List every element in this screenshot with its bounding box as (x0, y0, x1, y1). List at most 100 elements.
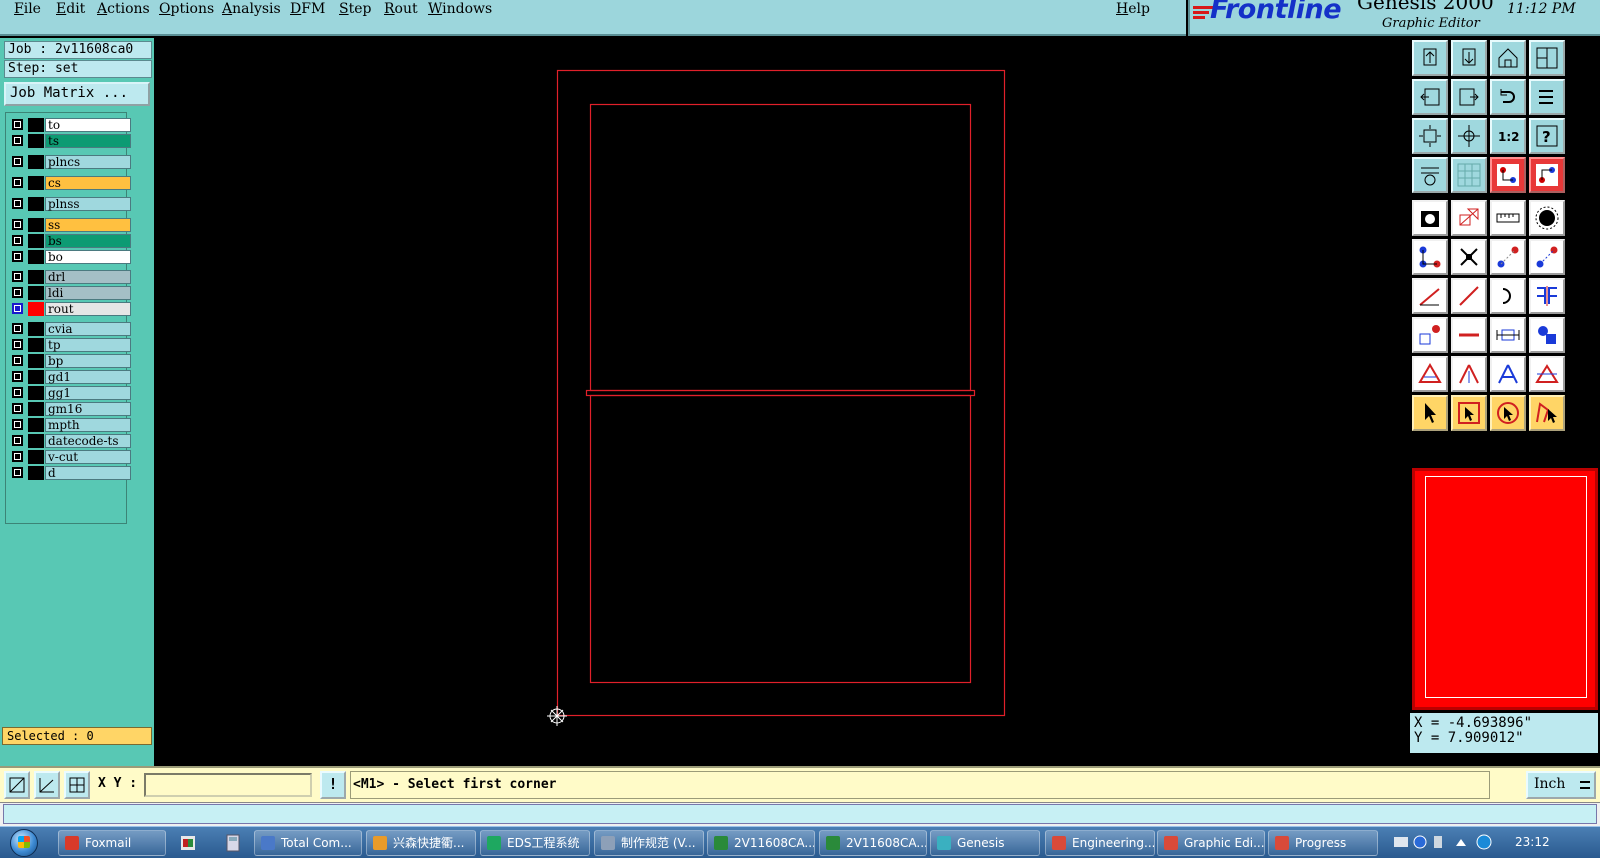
tool-button-undo-view[interactable] (1490, 79, 1526, 115)
layer-row-drl[interactable]: drl (10, 270, 131, 284)
layer-name[interactable]: plnss (45, 197, 131, 211)
layer-checkbox[interactable] (12, 219, 23, 230)
layer-row-tp[interactable]: tp (10, 338, 131, 352)
tool-button-line[interactable] (1451, 278, 1487, 314)
layer-name[interactable]: mpth (45, 418, 131, 432)
tool-button-triangle-c[interactable] (1490, 356, 1526, 392)
layer-checkbox[interactable] (12, 156, 23, 167)
xy-input[interactable] (144, 773, 312, 797)
layer-checkbox[interactable] (12, 435, 23, 446)
layer-name[interactable]: bp (45, 354, 131, 368)
layer-checkbox[interactable] (12, 271, 23, 282)
tool-button-home[interactable] (1490, 40, 1526, 76)
tool-button-mirror[interactable] (1529, 278, 1565, 314)
layer-checkbox[interactable] (12, 371, 23, 382)
layer-name[interactable]: cs (45, 176, 131, 190)
tool-button-delete-node[interactable] (1451, 239, 1487, 275)
layer-name[interactable]: d (45, 466, 131, 480)
tool-button-layer-compare-alt[interactable] (1529, 157, 1565, 193)
taskbar-item[interactable]: Total Com... (254, 830, 362, 856)
layer-row-v-cut[interactable]: v-cut (10, 450, 131, 464)
job-matrix-button[interactable]: Job Matrix ... (4, 82, 150, 106)
layer-checkbox[interactable] (12, 251, 23, 262)
tool-button-line-node[interactable] (1490, 239, 1526, 275)
menu-dfm[interactable]: DFM (290, 1, 325, 17)
layer-checkbox[interactable] (12, 303, 23, 314)
tool-button-triangle-a[interactable] (1412, 356, 1448, 392)
tool-button-redraw[interactable] (1529, 79, 1565, 115)
layer-name[interactable]: drl (45, 270, 131, 284)
layer-name[interactable]: tp (45, 338, 131, 352)
layer-row-d[interactable]: d (10, 466, 131, 480)
tool-button-move-node[interactable] (1529, 239, 1565, 275)
layer-name[interactable]: gg1 (45, 386, 131, 400)
tool-button-measure[interactable] (1490, 200, 1526, 236)
tool-button-horizontal-line[interactable] (1451, 317, 1487, 353)
layer-name[interactable]: datecode-ts (45, 434, 131, 448)
layer-name[interactable]: to (45, 118, 131, 132)
angle-mode-button[interactable] (34, 771, 60, 799)
layer-checkbox[interactable] (12, 339, 23, 350)
tool-button-copy-shapes[interactable] (1529, 317, 1565, 353)
tool-button-scale-1-2[interactable]: 1:2 (1490, 118, 1526, 154)
taskbar-item[interactable]: 2V11608CA... (707, 830, 815, 856)
layer-checkbox[interactable] (12, 235, 23, 246)
tool-button-layer-compare[interactable] (1490, 157, 1526, 193)
tool-button-select-path[interactable] (1529, 395, 1565, 431)
layer-row-plnss[interactable]: plnss (10, 197, 131, 211)
menu-actions[interactable]: Actions (97, 1, 150, 17)
layer-name[interactable]: cvia (45, 322, 131, 336)
taskbar-item[interactable]: EDS工程系统 (480, 830, 590, 856)
taskbar-item[interactable]: 制作规范 (V... (594, 830, 704, 856)
layer-name[interactable]: ss (45, 218, 131, 232)
grid-mode-button[interactable] (64, 771, 90, 799)
menu-help[interactable]: Help (1116, 1, 1150, 17)
units-selector[interactable]: Inch (1526, 771, 1596, 799)
layer-row-ldi[interactable]: ldi (10, 286, 131, 300)
tool-button-open-step[interactable] (1412, 40, 1448, 76)
layer-row-to[interactable]: to (10, 118, 131, 132)
layer-row-ts[interactable]: ts (10, 134, 131, 148)
execute-button[interactable]: ! (320, 771, 346, 799)
layer-name[interactable]: rout (45, 302, 131, 316)
layer-row-mpth[interactable]: mpth (10, 418, 131, 432)
menu-analysis[interactable]: Analysis (222, 1, 281, 17)
layer-checkbox[interactable] (12, 355, 23, 366)
tool-button-pan-left[interactable] (1412, 79, 1448, 115)
layer-checkbox[interactable] (12, 119, 23, 130)
layer-checkbox[interactable] (12, 323, 23, 334)
layer-row-gd1[interactable]: gd1 (10, 370, 131, 384)
menu-step[interactable]: Step (339, 1, 371, 17)
layer-row-gm16[interactable]: gm16 (10, 402, 131, 416)
tool-button-shapes[interactable] (1451, 200, 1487, 236)
layer-row-gg1[interactable]: gg1 (10, 386, 131, 400)
layer-row-bo[interactable]: bo (10, 250, 131, 264)
layer-checkbox[interactable] (12, 387, 23, 398)
taskbar-item[interactable]: Genesis (930, 830, 1040, 856)
menu-windows[interactable]: Windows (428, 1, 492, 17)
layer-checkbox[interactable] (12, 403, 23, 414)
layer-row-rout[interactable]: rout (10, 302, 131, 316)
taskbar-item[interactable]: 2V11608CA... (819, 830, 927, 856)
tool-button-dimension[interactable] (1490, 317, 1526, 353)
menu-file[interactable]: File (14, 1, 41, 17)
layer-checkbox[interactable] (12, 177, 23, 188)
tool-button-triangle-b[interactable] (1451, 356, 1487, 392)
layer-name[interactable]: gd1 (45, 370, 131, 384)
tool-button-connect[interactable] (1412, 239, 1448, 275)
quick-launch-calculator[interactable] (220, 830, 246, 856)
tool-button-pan-right[interactable] (1451, 79, 1487, 115)
layer-name[interactable]: v-cut (45, 450, 131, 464)
layer-checkbox[interactable] (12, 287, 23, 298)
tool-button-save[interactable] (1451, 40, 1487, 76)
layer-checkbox[interactable] (12, 419, 23, 430)
menu-edit[interactable]: Edit (56, 1, 85, 17)
tool-button-split-view[interactable] (1529, 40, 1565, 76)
layer-row-plncs[interactable]: plncs (10, 155, 131, 169)
tool-button-triangle-d[interactable] (1529, 356, 1565, 392)
layer-name[interactable]: ldi (45, 286, 131, 300)
taskbar-item[interactable]: Foxmail (58, 830, 166, 856)
layer-row-cvia[interactable]: cvia (10, 322, 131, 336)
taskbar-item[interactable]: 兴森快捷衢... (366, 830, 476, 856)
layer-name[interactable]: plncs (45, 155, 131, 169)
